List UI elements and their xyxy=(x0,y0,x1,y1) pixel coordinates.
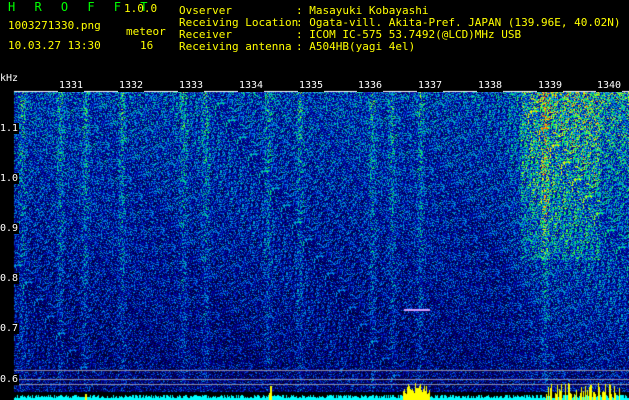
y-tick-label: 1.0 xyxy=(0,173,20,184)
x-tick-label: 1335 xyxy=(298,80,325,92)
y-axis-unit: kHz xyxy=(0,73,20,84)
file-name: 1003271330.png xyxy=(8,19,101,32)
meteor-label: meteor xyxy=(126,25,166,38)
timestamp: 10.03.27 13:30 xyxy=(8,39,101,52)
x-tick-label: 1334 xyxy=(238,80,265,92)
x-tick-label: 1340 xyxy=(596,80,623,92)
y-tick-label: 0.6 xyxy=(0,374,20,385)
x-tick-label: 1337 xyxy=(417,80,444,92)
x-tick-label: 1338 xyxy=(477,80,504,92)
y-tick-label: 0.9 xyxy=(0,223,20,234)
x-tick-label: 1333 xyxy=(178,80,205,92)
y-tick-label: 0.8 xyxy=(0,273,20,284)
app-version: 1.0.0 xyxy=(124,2,158,15)
antenna-key: Receiving antenna xyxy=(179,40,292,53)
x-tick-label: 1339 xyxy=(537,80,564,92)
spectrogram-canvas xyxy=(0,0,629,400)
y-tick-label: 0.7 xyxy=(0,323,20,334)
meteor-count: 16 xyxy=(140,39,154,52)
x-tick-label: 1336 xyxy=(357,80,384,92)
y-tick-label: 1.1 xyxy=(0,123,20,134)
x-tick-label: 1332 xyxy=(118,80,145,92)
antenna-value: : A504HB(yagi 4el) xyxy=(296,40,416,53)
x-tick-label: 1331 xyxy=(58,80,85,92)
